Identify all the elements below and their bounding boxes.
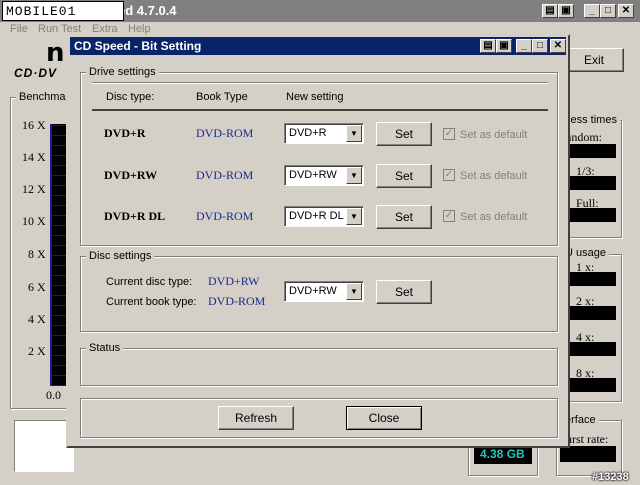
burst-rate-value	[560, 446, 616, 462]
disc-type-dvd-r: DVD+R	[104, 126, 146, 140]
header-rule-top	[92, 82, 548, 84]
help-icon[interactable]: ▤	[542, 4, 558, 18]
book-type-dvd-rw: DVD-ROM	[196, 168, 254, 182]
set-as-default-checkbox-dvd-r-dl[interactable]: ✓	[443, 210, 455, 222]
dialog-help-icon[interactable]: ▤	[480, 39, 496, 53]
dialog-close-button[interactable]: ✕	[550, 39, 566, 53]
new-setting-select-dvd-r[interactable]: DVD+R ▼	[284, 123, 364, 144]
current-disc-type-value: DVD+RW	[208, 274, 260, 288]
header-book-type: Book Type	[196, 91, 248, 103]
post-id-watermark: #13238	[592, 471, 629, 483]
maximize-button[interactable]: □	[600, 4, 616, 18]
dialog-minimize-button[interactable]: _	[516, 39, 532, 53]
burst-rate-label: urst rate:	[566, 432, 609, 446]
logo-text: MOBILE01	[6, 4, 77, 19]
dialog-title: CD Speed - Bit Setting	[74, 39, 202, 53]
set-as-default-label: Set as default	[460, 211, 528, 223]
main-window-title: ed 4.7.0.4	[118, 3, 177, 18]
third-value	[570, 176, 616, 190]
status-group	[80, 348, 558, 386]
header-new-setting: New setting	[286, 91, 344, 103]
header-rule-bottom	[92, 109, 548, 111]
cpu-8x-value	[570, 378, 616, 392]
random-value	[570, 144, 616, 158]
access-times-label: cess times	[562, 114, 620, 126]
header-disc-type: Disc type:	[106, 91, 155, 103]
set-as-default-checkbox-dvd-r[interactable]: ✓	[443, 128, 455, 140]
save-icon[interactable]: ▣	[558, 4, 574, 18]
set-button-dvd-r[interactable]: Set	[376, 122, 432, 146]
new-setting-select-dvd-rw[interactable]: DVD+RW ▼	[284, 165, 364, 186]
minimize-button[interactable]: _	[584, 4, 600, 18]
chevron-down-icon[interactable]: ▼	[346, 283, 362, 300]
book-type-dvd-r-dl: DVD-ROM	[196, 209, 254, 223]
status-legend: Status	[86, 342, 124, 354]
cpu-1x-value	[570, 272, 616, 286]
disc-settings-legend: Disc settings	[86, 250, 155, 262]
set-as-default-label: Set as default	[460, 129, 528, 141]
set-as-default-label: Set as default	[460, 170, 528, 182]
drive-settings-legend: Drive settings	[86, 66, 159, 78]
current-book-type-label: Current book type:	[106, 296, 197, 308]
cd-dvd-logo-fragment: CD·DV	[14, 66, 57, 80]
disc-type-dvd-r-dl: DVD+R DL	[104, 209, 166, 223]
set-button-dvd-r-dl[interactable]: Set	[376, 205, 432, 229]
capacity-value: 4.38 GB	[480, 447, 525, 461]
random-label: andom:	[566, 130, 602, 144]
dialog-button-bar	[80, 398, 558, 438]
y-tick-8: 8 X	[28, 247, 46, 261]
mobile01-logo: MOBILE01	[2, 1, 124, 21]
disc-type-dvd-rw: DVD+RW	[104, 168, 158, 182]
log-box	[14, 420, 74, 472]
set-button-dvd-rw[interactable]: Set	[376, 164, 432, 188]
dialog-maximize-button[interactable]: □	[532, 39, 548, 53]
y-tick-4: 4 X	[28, 312, 46, 326]
cpu-2x-value	[570, 306, 616, 320]
close-button[interactable]: ✕	[618, 4, 634, 18]
dialog-title-bar: CD Speed - Bit Setting ▤ ▣ _ □ ✕	[70, 37, 566, 55]
y-tick-12: 12 X	[22, 182, 46, 196]
y-tick-14: 14 X	[22, 150, 46, 164]
set-as-default-checkbox-dvd-rw[interactable]: ✓	[443, 169, 455, 181]
dialog-close-action-button[interactable]: Close	[346, 406, 422, 430]
new-setting-value: DVD+RW	[289, 169, 337, 181]
menu-file[interactable]: File	[10, 23, 28, 35]
disc-setting-value: DVD+RW	[289, 285, 337, 297]
new-setting-value: DVD+R	[289, 127, 327, 139]
y-tick-6: 6 X	[28, 280, 46, 294]
y-tick-10: 10 X	[22, 214, 46, 228]
book-type-dvd-r: DVD-ROM	[196, 126, 254, 140]
chevron-down-icon[interactable]: ▼	[346, 125, 362, 142]
current-disc-type-label: Current disc type:	[106, 276, 193, 288]
cpu-4x-value	[570, 342, 616, 356]
exit-button[interactable]: Exit	[564, 48, 624, 72]
disc-setting-select[interactable]: DVD+RW ▼	[284, 281, 364, 302]
refresh-button[interactable]: Refresh	[218, 406, 294, 430]
brand-logo-fragment: n	[46, 38, 65, 68]
y-tick-2: 2 X	[28, 344, 46, 358]
dialog-save-icon[interactable]: ▣	[496, 39, 512, 53]
y-tick-16: 16 X	[22, 118, 46, 132]
chevron-down-icon[interactable]: ▼	[346, 208, 362, 225]
new-setting-value: DVD+R DL	[289, 210, 344, 222]
current-book-type-value: DVD-ROM	[208, 294, 266, 308]
y-tick-0: 0.0	[46, 388, 61, 402]
new-setting-select-dvd-r-dl[interactable]: DVD+R DL ▼	[284, 206, 364, 227]
full-value	[570, 208, 616, 222]
disc-set-button[interactable]: Set	[376, 280, 432, 304]
chevron-down-icon[interactable]: ▼	[346, 167, 362, 184]
